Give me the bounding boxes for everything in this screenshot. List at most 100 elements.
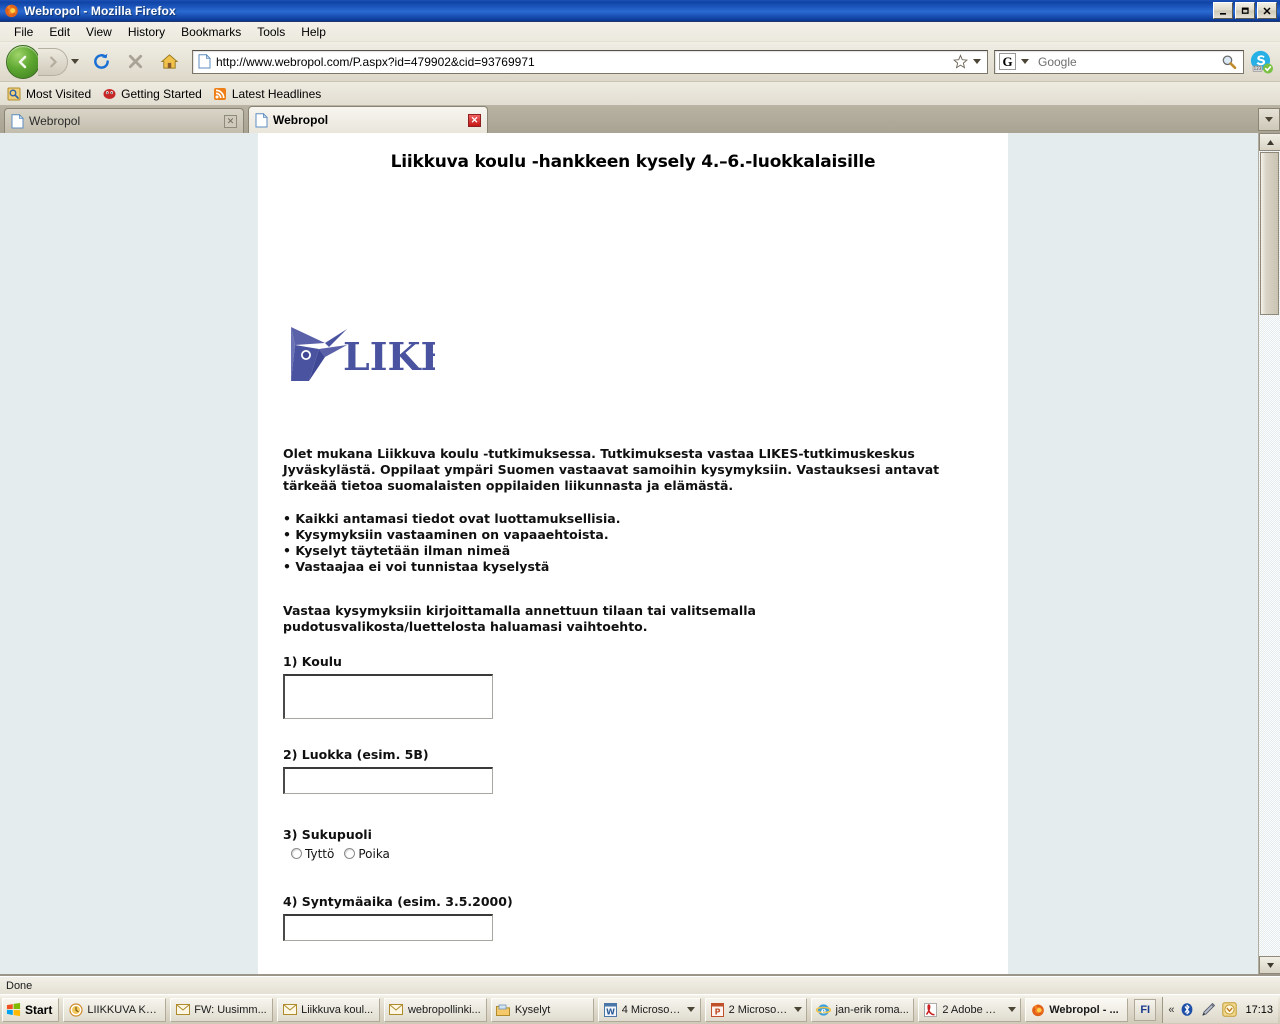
taskbar-group-dropdown-icon[interactable] xyxy=(687,1007,696,1012)
scroll-down-button[interactable] xyxy=(1259,956,1280,974)
mail-icon xyxy=(282,1002,297,1017)
back-button-icon[interactable] xyxy=(6,44,40,79)
minimize-button[interactable] xyxy=(1213,2,1233,19)
start-label: Start xyxy=(25,1002,53,1017)
language-indicator[interactable]: FI xyxy=(1134,998,1157,1021)
scrollbar-thumb[interactable] xyxy=(1260,152,1279,315)
menu-view[interactable]: View xyxy=(78,23,120,41)
bookmark-latest-headlines[interactable]: Latest Headlines xyxy=(212,86,321,102)
tab-list-dropdown-icon[interactable] xyxy=(1258,108,1280,131)
radio-button-icon[interactable] xyxy=(344,848,356,859)
rss-feed-icon xyxy=(212,86,228,102)
taskbar-item-label: 2 Adobe Ac... xyxy=(942,1003,1004,1016)
likes-logo: LIKES xyxy=(285,323,477,385)
radio-label: Poika xyxy=(358,847,390,861)
reload-icon[interactable] xyxy=(86,47,116,77)
bullet-item: • Kyselyt täytetään ilman nimeä xyxy=(283,543,511,558)
taskbar-item-liikkuva-ko[interactable]: LIIKKUVA KO... xyxy=(63,997,167,1022)
stop-icon[interactable] xyxy=(120,47,150,77)
navigation-toolbar: http://www.webropol.com/P.aspx?id=479902… xyxy=(0,42,1280,82)
taskbar-item-2-adobe-acrobat[interactable]: 2 Adobe Ac... xyxy=(918,997,1022,1022)
taskbar-item-4-microsoft-word[interactable]: W 4 Microsoft ... xyxy=(597,997,701,1022)
question-4-input[interactable] xyxy=(283,914,493,941)
question-4-label: 4) Syntymäaika (esim. 3.5.2000) xyxy=(283,894,513,909)
google-engine-icon[interactable]: G xyxy=(999,53,1016,70)
tray-expand-icon[interactable]: « xyxy=(1168,1004,1174,1016)
svg-text:W: W xyxy=(606,1007,615,1016)
bookmark-label: Most Visited xyxy=(26,86,92,101)
url-text[interactable]: http://www.webropol.com/P.aspx?id=479902… xyxy=(216,55,950,69)
search-engine-dropdown-icon[interactable] xyxy=(1018,59,1032,64)
page-favicon-icon xyxy=(198,53,212,70)
word-icon: W xyxy=(603,1002,618,1017)
mail-icon xyxy=(389,1002,404,1017)
taskbar-item-webropol-firefox[interactable]: Webropol - ... xyxy=(1025,997,1129,1022)
taskbar-item-label: 2 Microsoft ... xyxy=(728,1003,790,1016)
question-2-input[interactable] xyxy=(283,767,493,794)
clock[interactable]: 17:13 xyxy=(1245,1004,1273,1016)
pen-tablet-icon[interactable] xyxy=(1200,1002,1216,1018)
taskbar-item-2-microsoft-powerpoint[interactable]: P 2 Microsoft ... xyxy=(704,997,808,1022)
bookmark-star-icon[interactable] xyxy=(950,54,970,69)
start-button[interactable]: Start xyxy=(2,997,60,1022)
taskbar-item-liikkuva-koul[interactable]: Liikkuva koul... xyxy=(277,997,380,1022)
taskbar-group-dropdown-icon[interactable] xyxy=(1007,1007,1016,1012)
radio-option-tytto[interactable]: Tyttö xyxy=(291,847,334,861)
bluetooth-icon[interactable] xyxy=(1179,1002,1195,1018)
menu-bar: File Edit View History Bookmarks Tools H… xyxy=(0,22,1280,42)
menu-edit[interactable]: Edit xyxy=(41,23,78,41)
taskbar-item-webropollinki[interactable]: webropollinki... xyxy=(383,997,487,1022)
taskbar-item-label: jan-erik roma... xyxy=(835,1003,909,1016)
taskbar-item-label: Liikkuva koul... xyxy=(301,1003,374,1016)
search-input[interactable]: Google xyxy=(1032,55,1217,69)
tab-webropol-1[interactable]: Webropol ✕ xyxy=(4,108,244,133)
outlook-note-icon xyxy=(68,1002,83,1017)
taskbar-item-jan-erik-roma[interactable]: e jan-erik roma... xyxy=(811,997,915,1022)
home-icon[interactable] xyxy=(154,47,184,77)
url-dropdown-icon[interactable] xyxy=(970,59,984,64)
svg-text:e: e xyxy=(821,1005,826,1015)
bookmark-getting-started[interactable]: Getting Started xyxy=(101,86,202,102)
vertical-scrollbar[interactable] xyxy=(1258,133,1280,974)
page-viewport: Liikkuva koulu -hankkeen kysely 4.–6.-lu… xyxy=(0,133,1258,974)
taskbar-group-dropdown-icon[interactable] xyxy=(793,1007,802,1012)
system-tray: « 17:13 xyxy=(1162,996,1279,1023)
update-shield-icon[interactable] xyxy=(1221,1002,1237,1018)
menu-bookmarks[interactable]: Bookmarks xyxy=(173,23,249,41)
url-bar[interactable]: http://www.webropol.com/P.aspx?id=479902… xyxy=(192,49,988,74)
tab-webropol-2[interactable]: Webropol ✕ xyxy=(248,106,488,133)
search-bar[interactable]: G Google xyxy=(994,49,1244,74)
tab-close-icon[interactable]: ✕ xyxy=(468,113,481,127)
taskbar-item-fw-uusimm[interactable]: FW: Uusimm... xyxy=(170,997,274,1022)
maximize-button[interactable] xyxy=(1235,2,1255,19)
status-text: Done xyxy=(6,979,33,992)
scroll-up-button[interactable] xyxy=(1259,133,1280,151)
radio-option-poika[interactable]: Poika xyxy=(344,847,390,861)
question-1-input[interactable] xyxy=(283,674,493,719)
mail-icon xyxy=(175,1002,190,1017)
taskbar-item-kyselyt[interactable]: Kyselyt xyxy=(490,997,594,1022)
radio-label: Tyttö xyxy=(305,847,335,861)
question-3-radio-group: Tyttö Poika xyxy=(283,847,390,861)
menu-file[interactable]: File xyxy=(6,23,41,41)
instructions-paragraph: Vastaa kysymyksiin kirjoittamalla annett… xyxy=(283,603,756,634)
status-bar: Done xyxy=(0,976,1280,994)
bookmark-label: Latest Headlines xyxy=(231,86,322,101)
menu-history[interactable]: History xyxy=(120,23,173,41)
firefox-icon xyxy=(1030,1002,1045,1017)
bullet-item: • Vastaajaa ei voi tunnistaa kyselystä xyxy=(283,559,550,574)
bookmark-most-visited[interactable]: Most Visited xyxy=(6,86,91,102)
menu-help[interactable]: Help xyxy=(293,23,334,41)
search-magnifier-icon[interactable] xyxy=(1217,54,1241,70)
svg-text:P: P xyxy=(714,1007,720,1016)
close-button[interactable] xyxy=(1257,2,1277,19)
tab-close-icon[interactable]: ✕ xyxy=(224,114,237,128)
menu-tools[interactable]: Tools xyxy=(249,23,293,41)
svg-text:LIKES: LIKES xyxy=(343,334,435,379)
forward-button-icon[interactable] xyxy=(38,47,68,76)
bullet-list: • Kaikki antamasi tiedot ovat luottamuks… xyxy=(283,511,973,575)
skype-icon[interactable]: 123 xyxy=(1248,49,1274,75)
history-dropdown-icon[interactable] xyxy=(68,59,82,64)
question-2-label: 2) Luokka (esim. 5B) xyxy=(283,747,429,762)
radio-button-icon[interactable] xyxy=(291,848,302,859)
